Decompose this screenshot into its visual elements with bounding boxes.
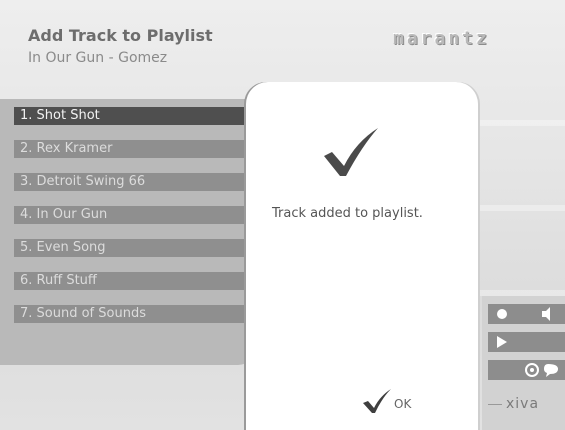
track-item[interactable]: 2. Rex Kramer <box>14 140 246 158</box>
logo-dash <box>488 403 502 405</box>
ok-label: OK <box>394 397 412 411</box>
track-item[interactable]: 7. Sound of Sounds <box>14 305 246 323</box>
brand-logo: marantz <box>393 28 490 49</box>
checkmark-icon <box>324 128 378 176</box>
page-title: Add Track to Playlist <box>28 26 213 45</box>
track-item[interactable]: 3. Detroit Swing 66 <box>14 173 246 191</box>
track-item[interactable]: 5. Even Song <box>14 239 246 257</box>
xiva-logo: xiva <box>488 396 565 416</box>
checkmark-icon <box>363 389 391 413</box>
track-item[interactable]: 1. Shot Shot <box>14 107 246 125</box>
track-item[interactable]: 6. Ruff Stuff <box>14 272 246 290</box>
settings-icon <box>525 363 558 377</box>
play-control[interactable] <box>488 332 565 352</box>
side-control-panel: xiva <box>482 296 565 430</box>
ok-button[interactable]: OK <box>362 384 432 418</box>
play-icon <box>497 336 507 348</box>
record-icon <box>497 307 550 321</box>
track-item[interactable]: 4. In Our Gun <box>14 206 246 224</box>
page-subtitle: In Our Gun - Gomez <box>28 50 168 66</box>
track-list: 1. Shot Shot 2. Rex Kramer 3. Detroit Sw… <box>0 99 256 365</box>
confirmation-dialog: Track added to playlist. OK <box>246 82 478 430</box>
xiva-logo-text: xiva <box>506 396 540 412</box>
confirmation-message: Track added to playlist. <box>272 206 423 221</box>
settings-speech-control[interactable] <box>488 360 565 380</box>
record-volume-control[interactable] <box>488 304 565 324</box>
